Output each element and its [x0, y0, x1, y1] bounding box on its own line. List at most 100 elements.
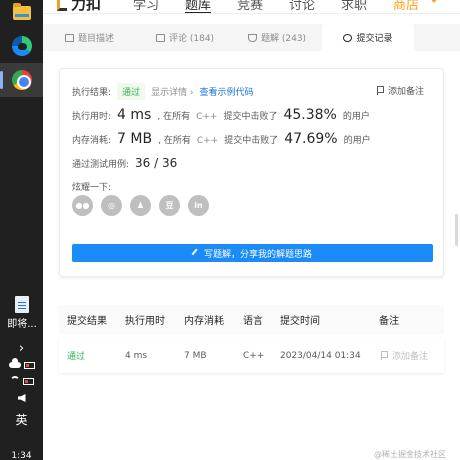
users-text: 的用户 — [342, 112, 370, 122]
nav-learn[interactable]: 学习 — [133, 0, 159, 13]
header-note: 备注 — [379, 316, 399, 327]
table-header: 提交结果 执行用时 内存消耗 语言 提交时间 备注 — [59, 305, 444, 334]
nav-store[interactable]: 商店 — [393, 0, 419, 13]
add-note-label: 添加备注 — [387, 87, 424, 97]
language-tag: C++ — [196, 136, 219, 146]
tray-overflow-button[interactable]: › — [0, 340, 43, 356]
row-runtime: 4 ms — [125, 350, 148, 361]
weibo-icon[interactable]: ◎ — [101, 195, 122, 216]
history-icon — [343, 33, 353, 42]
taskbar-explorer[interactable] — [0, 0, 43, 26]
language-tag: C++ — [196, 112, 218, 122]
flag-icon — [381, 351, 388, 360]
memory-value: 7 MB — [117, 131, 153, 147]
desktop-shortcut-label: 即将... — [7, 319, 37, 330]
nav-active-underline — [185, 12, 211, 13]
memory-mid-text: , 在所有 — [158, 136, 191, 146]
row-language: C++ — [243, 350, 265, 361]
memory-percentile: 47.69% — [284, 131, 338, 147]
store-dropdown-caret-icon[interactable] — [429, 0, 439, 3]
nav-jobs[interactable]: 求职 — [341, 0, 367, 13]
nav-contest[interactable]: 竞赛 — [237, 0, 263, 13]
tab-label: 提交记录 — [356, 34, 393, 44]
douban-icon[interactable]: 豆 — [159, 195, 180, 216]
runtime-row: 执行用时: 4 ms , 在所有 C++ 提交中击败了 45.38% 的用户 — [72, 107, 370, 123]
testcases-row: 通过测试用例: 36 / 36 — [72, 156, 177, 170]
tab-submissions[interactable]: 提交记录 — [322, 24, 414, 51]
row-result[interactable]: 通过 — [67, 338, 85, 373]
solution-icon — [248, 33, 257, 42]
row-memory: 7 MB — [184, 350, 207, 361]
add-note-button[interactable]: 添加备注 — [376, 84, 424, 97]
header-language: 语言 — [243, 316, 263, 327]
file-explorer-icon — [12, 3, 31, 20]
runtime-label: 执行用时: — [72, 112, 112, 122]
status-row: 执行结果: 通过 显示详情 › 查看示例代码 — [72, 83, 254, 100]
share-label-row: 炫耀一下: — [72, 180, 111, 193]
header-submit-time: 提交时间 — [280, 316, 320, 327]
comment-icon — [156, 33, 165, 42]
chrome-browser-icon — [11, 70, 32, 90]
testcases-label: 通过测试用例: — [72, 160, 130, 170]
tab-label: 评论 (184) — [169, 34, 215, 44]
tab-solutions[interactable]: 题解 (243) — [248, 24, 306, 51]
cloud-icon[interactable] — [8, 358, 21, 368]
write-solution-button[interactable]: 写题解，分享我的解题思路 — [72, 244, 433, 262]
runtime-percentile: 45.38% — [283, 107, 337, 123]
tab-comments[interactable]: 评论 (184) — [156, 24, 214, 51]
taskbar: 即将... › 英 1:34 — [0, 0, 43, 460]
memory-label: 内存消耗: — [72, 136, 112, 146]
edge-browser-icon — [11, 36, 32, 56]
share-icons: ●● ◎ ♟ 豆 in — [72, 195, 209, 216]
testcases-value: 36 / 36 — [135, 156, 178, 170]
taskbar-clock[interactable]: 1:34 — [0, 450, 43, 460]
beat-text: 提交中击败了 — [223, 112, 278, 122]
input-method-indicator[interactable]: 英 — [0, 410, 43, 428]
nav-discuss[interactable]: 讨论 — [289, 0, 315, 13]
users-text: 的用户 — [343, 136, 371, 146]
taskbar-edge[interactable] — [0, 31, 43, 61]
chevron-right-icon: › — [18, 340, 25, 356]
tray-row-3 — [0, 392, 43, 404]
tray-row-1 — [0, 358, 43, 371]
write-solution-label: 写题解，分享我的解题思路 — [203, 249, 312, 260]
runtime-mid-text: , 在所有 — [157, 112, 191, 122]
show-details-link[interactable]: 显示详情 › — [151, 85, 193, 98]
row-add-note-button[interactable]: 添加备注 — [381, 338, 428, 373]
wechat-icon[interactable]: ●● — [72, 195, 93, 216]
site-brand[interactable]: 力扣 — [57, 0, 102, 13]
volume-icon[interactable] — [17, 394, 26, 402]
example-code-link[interactable]: 查看示例代码 — [200, 85, 254, 98]
row-submit-time: 2023/04/14 01:34 — [280, 350, 361, 361]
scrollbar-thumb[interactable] — [455, 214, 458, 246]
power-icon[interactable] — [22, 377, 34, 385]
row-note-label: 添加备注 — [392, 352, 429, 362]
tab-description[interactable]: 题目描述 — [65, 24, 114, 51]
description-icon — [65, 33, 74, 42]
header-memory: 内存消耗 — [184, 316, 224, 327]
wifi-icon[interactable] — [9, 376, 20, 386]
brand-name: 力扣 — [71, 0, 102, 13]
runtime-value: 4 ms — [117, 107, 152, 123]
tab-label: 题解 (243) — [261, 34, 307, 44]
problem-tabs: 题目描述 评论 (184) 题解 (243) 提交记录 — [43, 24, 460, 51]
table-row[interactable]: 通过 4 ms 7 MB C++ 2023/04/14 01:34 添加备注 — [59, 338, 444, 373]
linkedin-icon[interactable]: in — [188, 195, 209, 216]
tray-row-2 — [0, 375, 43, 387]
pen-icon — [191, 248, 202, 258]
share-label: 炫耀一下: — [72, 183, 112, 193]
watermark: @稀土掘金技术社区 — [374, 450, 446, 459]
memory-row: 内存消耗: 7 MB , 在所有 C++ 提交中击败了 47.69% 的用户 — [72, 131, 371, 147]
qq-icon[interactable]: ♟ — [130, 195, 151, 216]
header-result: 提交结果 — [67, 316, 107, 327]
beat-text: 提交中击败了 — [224, 136, 279, 146]
document-icon — [15, 296, 29, 313]
submission-result-card: 执行结果: 通过 显示详情 › 查看示例代码 添加备注 执行用时: 4 ms ,… — [59, 68, 444, 277]
header-runtime: 执行用时 — [125, 316, 165, 327]
site-top-nav: 力扣 学习 题库 竞赛 讨论 求职 商店 — [43, 0, 460, 14]
desktop-shortcut[interactable]: 即将... — [2, 296, 42, 330]
tab-label: 题目描述 — [78, 34, 115, 44]
taskbar-chrome[interactable] — [0, 63, 43, 97]
battery-icon[interactable] — [23, 361, 35, 369]
leetcode-logo-icon — [57, 0, 67, 11]
